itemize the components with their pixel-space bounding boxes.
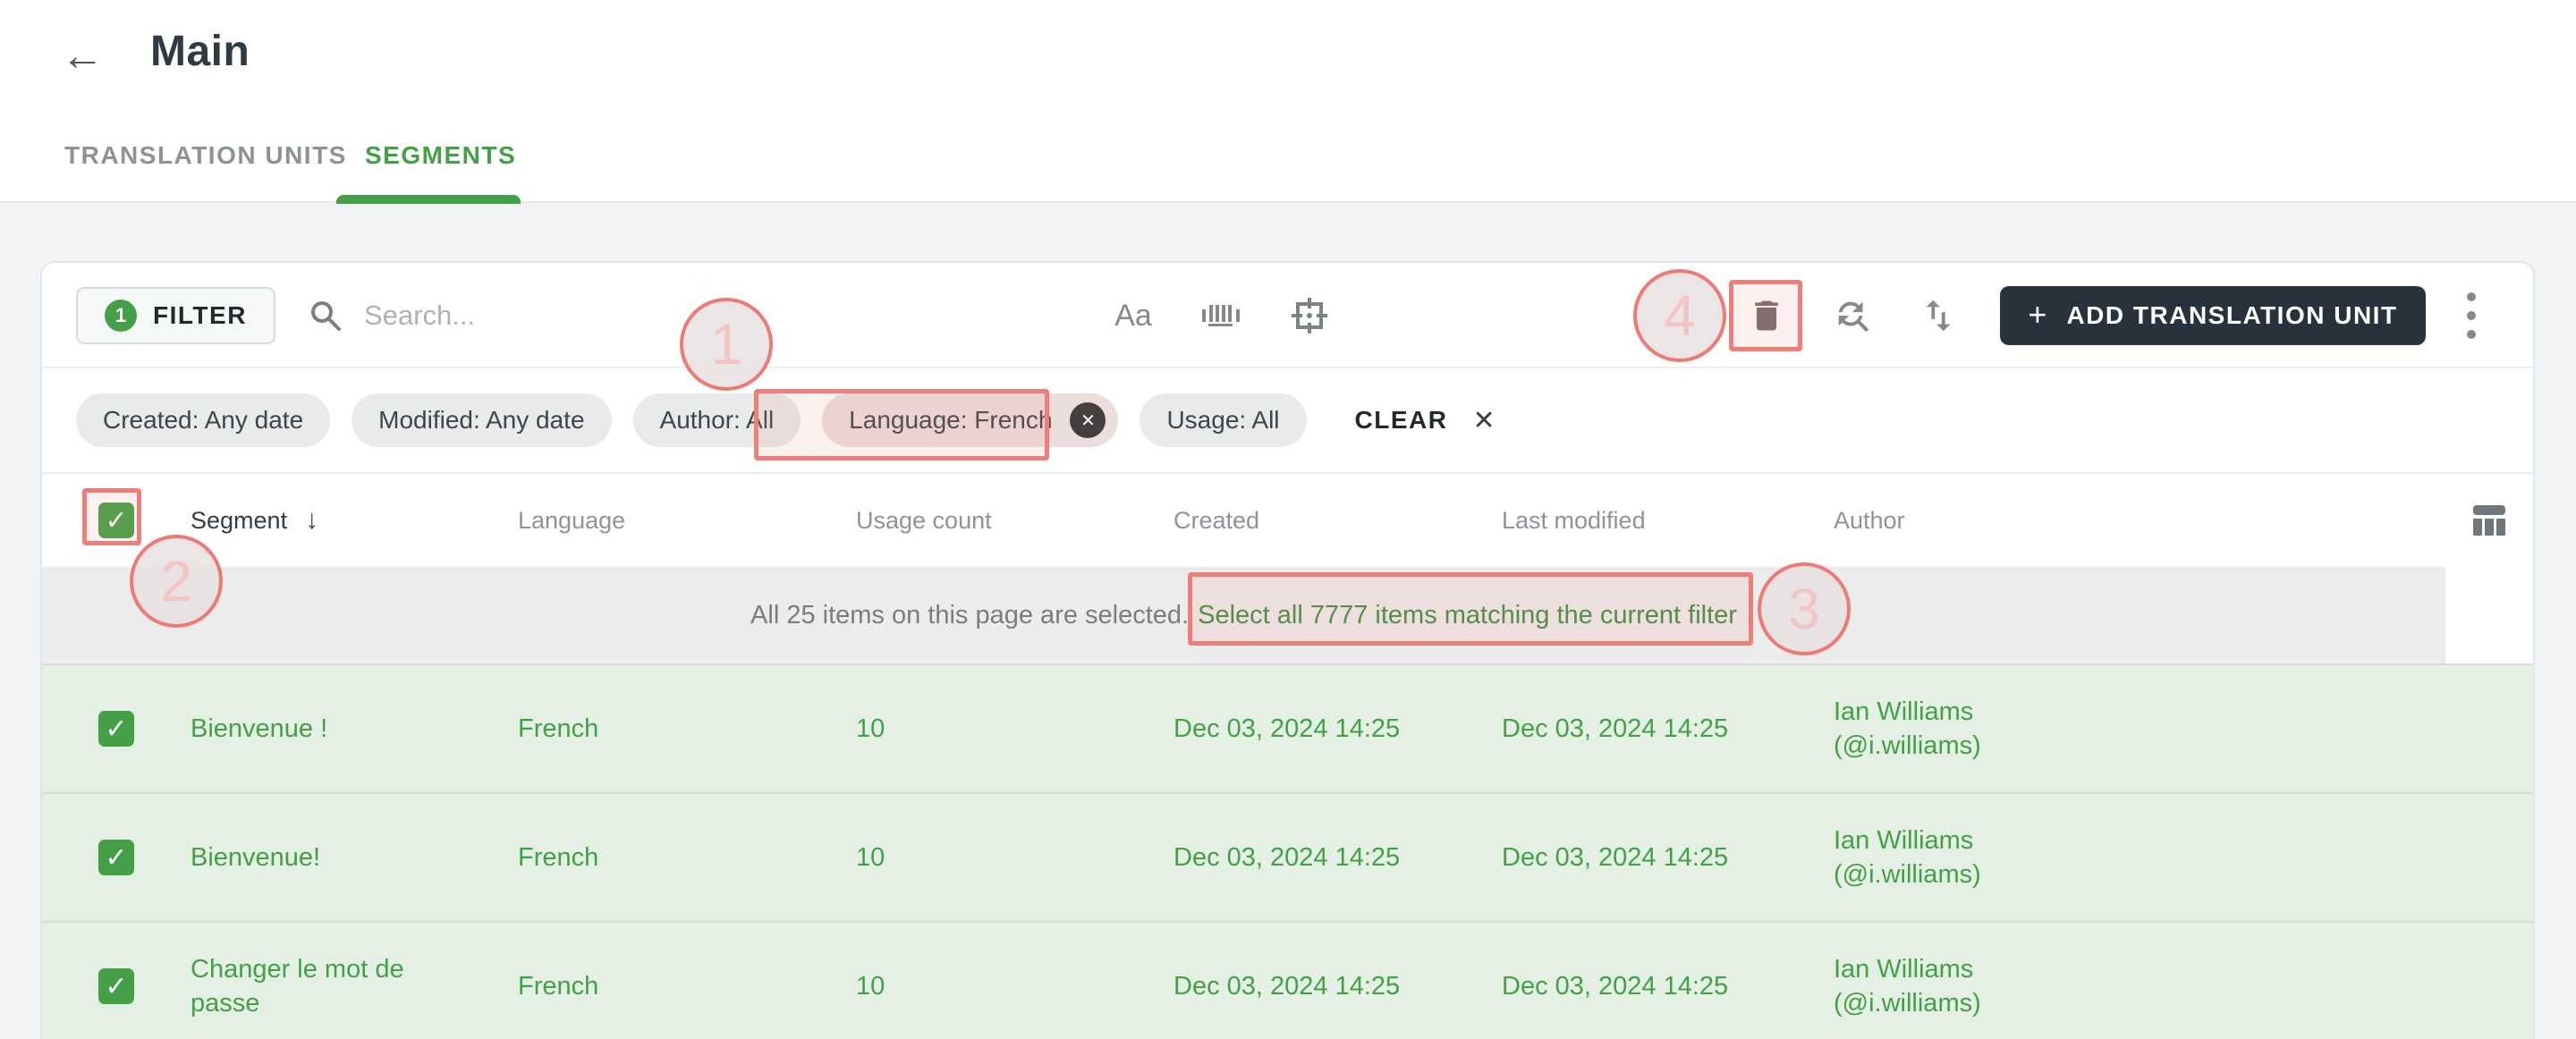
author-handle: (@i.williams) (1834, 731, 1981, 760)
column-header-segment[interactable]: Segment ↓ (191, 505, 518, 536)
chip-modified[interactable]: Modified: Any date (352, 393, 612, 447)
clear-x-icon: ✕ (1472, 405, 1496, 435)
cell-usage-count: 10 (856, 714, 886, 743)
cell-segment: Bienvenue ! (191, 714, 328, 743)
cell-usage-count: 10 (856, 843, 886, 872)
remove-language-filter-icon[interactable]: ✕ (1070, 402, 1106, 438)
filter-chips-row: Created: Any date Modified: Any date Aut… (42, 368, 2533, 474)
author-name: Ian Williams (1834, 955, 1974, 984)
cell-created: Dec 03, 2024 14:25 (1174, 843, 1401, 872)
clear-filters-button[interactable]: CLEAR ✕ (1355, 405, 1496, 436)
cell-last-modified: Dec 03, 2024 14:25 (1502, 843, 1729, 872)
table-columns-icon (2470, 501, 2509, 540)
tab-translation-units[interactable]: TRANSLATION UNITS (64, 141, 347, 170)
column-header-author[interactable]: Author (1834, 507, 2445, 535)
trash-icon (1747, 296, 1786, 335)
cell-created: Dec 03, 2024 14:25 (1174, 714, 1401, 743)
sort-order-button[interactable] (1913, 263, 1963, 368)
add-translation-unit-label: ADD TRANSLATION UNIT (2066, 301, 2398, 329)
frame-crosshair-icon (1289, 295, 1330, 336)
checkmark-icon: ✓ (105, 842, 128, 873)
checkmark-icon: ✓ (105, 714, 128, 744)
cell-author: Ian Williams (@i.williams) (1834, 695, 2445, 763)
column-header-created[interactable]: Created (1174, 507, 1502, 535)
cell-author: Ian Williams (@i.williams) (1834, 952, 2445, 1020)
row-checkbox[interactable]: ✓ (98, 968, 134, 1004)
segments-panel: 1 FILTER Aa (40, 261, 2535, 1039)
cell-created: Dec 03, 2024 14:25 (1174, 972, 1401, 1001)
match-case-icon: Aa (1114, 298, 1152, 333)
column-header-usage-count[interactable]: Usage count (856, 507, 1174, 535)
chip-author[interactable]: Author: All (632, 393, 801, 447)
cell-language: French (518, 714, 599, 743)
kebab-dot (2467, 311, 2476, 320)
sort-descending-icon: ↓ (305, 505, 319, 535)
select-region-button[interactable] (1281, 263, 1338, 368)
kebab-dot (2467, 330, 2476, 339)
search-field[interactable] (307, 263, 775, 368)
cell-author: Ian Williams (@i.williams) (1834, 824, 2445, 891)
filter-count-badge: 1 (105, 300, 137, 332)
table-row[interactable]: ✓ Bienvenue! French 10 Dec 03, 2024 14:2… (42, 792, 2533, 921)
clear-label: CLEAR (1354, 406, 1448, 434)
import-export-icon (1918, 295, 1959, 336)
kebab-dot (2467, 292, 2476, 301)
table-header-row: ✓ Segment ↓ Language Usage count Created… (42, 474, 2533, 567)
back-button[interactable]: ← (54, 27, 111, 84)
checkmark-icon: ✓ (105, 505, 128, 536)
configure-columns-button[interactable] (2445, 501, 2533, 540)
chip-language[interactable]: Language: French ✕ (822, 393, 1119, 447)
table-row[interactable]: ✓ Changer le mot de passe French 10 Dec … (42, 921, 2533, 1039)
barcode-icon (1199, 298, 1242, 334)
author-handle: (@i.williams) (1834, 860, 1981, 889)
cell-language: French (518, 843, 599, 872)
cell-usage-count: 10 (856, 972, 886, 1001)
match-case-button[interactable]: Aa (1106, 263, 1160, 368)
add-translation-unit-button[interactable]: + ADD TRANSLATION UNIT (2000, 286, 2426, 345)
page-title: Main (150, 28, 250, 75)
tab-segments[interactable]: SEGMENTS (365, 141, 516, 170)
author-name: Ian Williams (1834, 826, 1974, 855)
whitespace-button[interactable] (1194, 263, 1248, 368)
search-icon (307, 297, 344, 334)
checkmark-icon: ✓ (105, 971, 128, 1001)
selection-banner-gutter (2445, 567, 2533, 663)
more-options-button[interactable] (2446, 263, 2496, 368)
select-all-matching-link[interactable]: Select all 7777 items matching the curre… (1198, 601, 1737, 630)
author-handle: (@i.williams) (1834, 989, 1981, 1018)
column-header-language[interactable]: Language (518, 507, 856, 535)
find-replace-button[interactable] (1827, 263, 1877, 368)
filter-button[interactable]: 1 FILTER (76, 287, 275, 344)
active-tab-indicator (336, 195, 521, 204)
author-name: Ian Williams (1834, 697, 1974, 726)
row-checkbox[interactable]: ✓ (98, 711, 134, 747)
cell-last-modified: Dec 03, 2024 14:25 (1502, 714, 1729, 743)
filter-button-label: FILTER (153, 301, 247, 329)
selection-banner-main: All 25 items on this page are selected. … (42, 567, 2445, 663)
delete-selected-button[interactable] (1734, 263, 1799, 368)
find-replace-icon (1832, 295, 1873, 336)
select-all-checkbox[interactable]: ✓ (98, 503, 134, 538)
toolbar: 1 FILTER Aa (42, 263, 2533, 368)
cell-segment: Changer le mot de passe (191, 955, 404, 1018)
search-input[interactable] (364, 300, 775, 332)
table-row[interactable]: ✓ Bienvenue ! French 10 Dec 03, 2024 14:… (42, 663, 2533, 792)
selection-banner: All 25 items on this page are selected. … (42, 567, 2533, 663)
plus-icon: + (2028, 295, 2047, 333)
chip-usage[interactable]: Usage: All (1140, 393, 1307, 447)
top-bar: ← Main TRANSLATION UNITS SEGMENTS (0, 0, 2576, 204)
column-header-last-modified[interactable]: Last modified (1502, 507, 1834, 535)
cell-language: French (518, 972, 599, 1001)
chip-created[interactable]: Created: Any date (76, 393, 331, 447)
selection-banner-text: All 25 items on this page are selected. (750, 600, 1190, 629)
row-checkbox[interactable]: ✓ (98, 840, 134, 875)
cell-segment: Bienvenue! (191, 843, 321, 872)
cell-last-modified: Dec 03, 2024 14:25 (1502, 972, 1729, 1001)
back-arrow-icon: ← (61, 31, 104, 80)
